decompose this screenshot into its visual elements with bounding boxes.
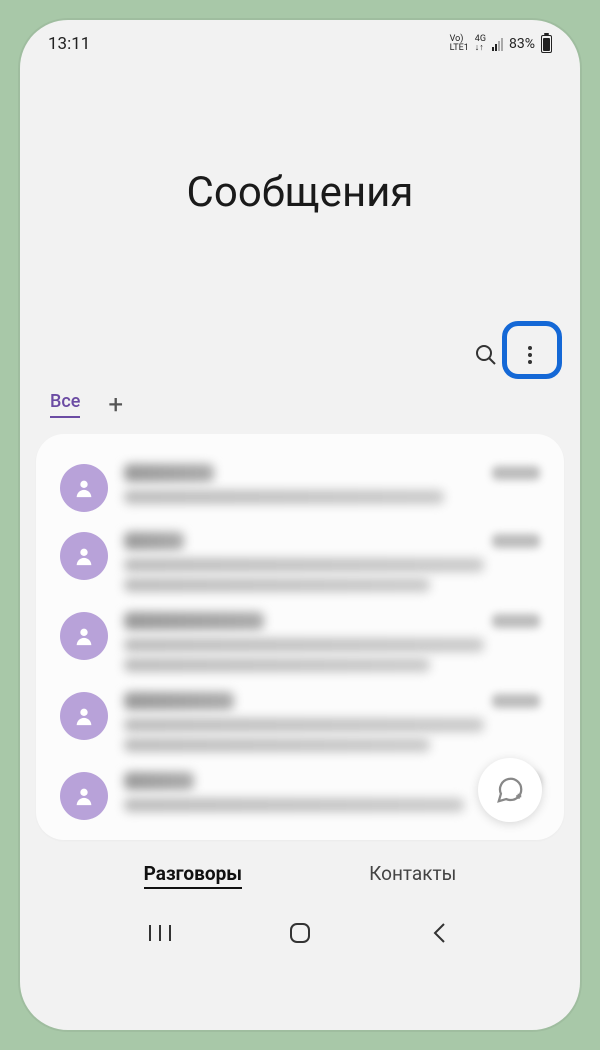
page-title: Сообщения: [40, 168, 560, 217]
avatar: [60, 464, 108, 512]
add-tab-button[interactable]: +: [108, 392, 123, 418]
volte-indicator: Vo)LTE1: [450, 35, 469, 53]
battery-percent: 83%: [509, 36, 535, 52]
conversation-preview-blur: [124, 578, 430, 592]
tab-contacts[interactable]: Контакты: [369, 862, 456, 889]
conversation-body: [124, 612, 476, 672]
conversation-row[interactable]: [46, 602, 554, 682]
avatar: [60, 532, 108, 580]
conversation-preview-blur: [124, 718, 484, 732]
conversation-preview-blur: [124, 490, 444, 504]
conversation-time-blur: [492, 466, 540, 480]
filter-tabs: Все +: [20, 391, 580, 428]
conversations-card: [36, 434, 564, 840]
conversation-body: [124, 772, 476, 812]
home-button[interactable]: [284, 921, 316, 945]
conversation-time-blur: [492, 534, 540, 548]
status-right: Vo)LTE1 4G↓↑ 83%: [450, 35, 552, 53]
avatar: [60, 772, 108, 820]
app-header: Сообщения: [20, 58, 580, 337]
bottom-tabs: Разговоры Контакты: [20, 840, 580, 901]
conversation-row[interactable]: [46, 454, 554, 522]
conversation-title-blur: [124, 612, 264, 630]
avatar: [60, 612, 108, 660]
conversation-preview-blur: [124, 638, 484, 652]
tab-all[interactable]: Все: [50, 391, 80, 418]
conversation-title-blur: [124, 532, 184, 550]
conversation-row[interactable]: [46, 522, 554, 602]
conversation-title-blur: [124, 772, 194, 790]
conversation-body: [124, 692, 476, 752]
signal-icon: [492, 38, 503, 51]
back-button[interactable]: [424, 921, 456, 945]
status-bar: 13:11 Vo)LTE1 4G↓↑ 83%: [20, 20, 580, 58]
conversation-time-blur: [492, 614, 540, 628]
compose-button[interactable]: [478, 758, 542, 822]
tab-conversations[interactable]: Разговоры: [144, 862, 242, 889]
conversation-row[interactable]: [46, 682, 554, 762]
conversation-body: [124, 532, 476, 592]
battery-icon: [541, 35, 552, 53]
conversation-title-blur: [124, 692, 234, 710]
search-button[interactable]: [468, 337, 504, 373]
plus-icon: +: [108, 390, 123, 420]
toolbar: [20, 337, 580, 391]
conversation-preview-blur: [124, 558, 484, 572]
conversation-preview-blur: [124, 658, 430, 672]
more-vertical-icon: [518, 343, 542, 367]
navigation-bar: [20, 901, 580, 969]
home-icon: [289, 922, 311, 944]
recents-button[interactable]: [144, 921, 176, 945]
status-time: 13:11: [48, 34, 90, 54]
avatar: [60, 692, 108, 740]
conversation-title-blur: [124, 464, 214, 482]
search-icon: [474, 343, 498, 367]
conversation-preview-blur: [124, 738, 430, 752]
back-icon: [432, 922, 448, 944]
more-options-button[interactable]: [512, 337, 548, 373]
new-message-icon: [495, 775, 525, 805]
conversation-preview-blur: [124, 798, 464, 812]
conversation-body: [124, 464, 476, 504]
network-indicator: 4G↓↑: [475, 35, 486, 53]
recents-icon: [149, 924, 171, 942]
conversation-time-blur: [492, 694, 540, 708]
phone-frame: 13:11 Vo)LTE1 4G↓↑ 83% Сообщения: [20, 20, 580, 1030]
